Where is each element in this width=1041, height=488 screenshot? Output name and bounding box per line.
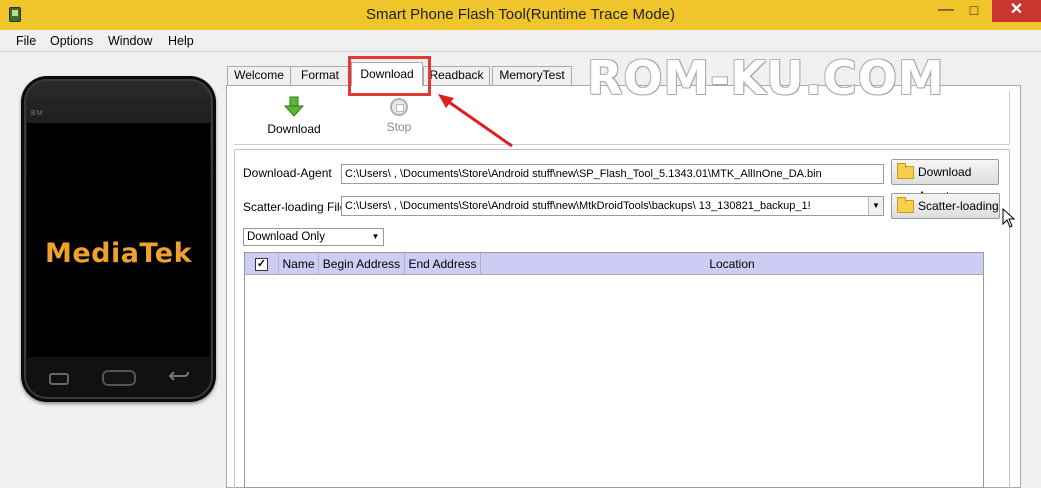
stop-label: Stop — [386, 120, 412, 134]
mouse-cursor-icon — [1002, 208, 1016, 228]
title-bar: Smart Phone Flash Tool(Runtime Trace Mod… — [0, 0, 1041, 30]
window-title: Smart Phone Flash Tool(Runtime Trace Mod… — [365, 6, 676, 23]
phone-back-key-icon — [168, 368, 190, 384]
download-agent-button[interactable]: Download Agent — [891, 159, 999, 203]
select-all-checkbox[interactable]: ✓ — [255, 258, 268, 271]
menu-bar: File Options Window Help — [0, 30, 1041, 52]
menu-window[interactable]: Window — [108, 34, 152, 48]
menu-options[interactable]: Options — [50, 34, 93, 48]
column-location[interactable]: Location — [481, 253, 983, 275]
folder-icon — [897, 163, 914, 179]
close-button[interactable]: ✕ — [992, 0, 1041, 22]
select-all-header[interactable]: ✓ — [245, 253, 279, 275]
tab-memorytest[interactable]: MemoryTest — [492, 66, 572, 85]
tab-format[interactable]: Format — [290, 66, 350, 85]
table-header: ✓ Name Begin Address End Address Locatio… — [245, 253, 983, 275]
download-agent-label: Download-Agent — [243, 166, 332, 180]
scatter-file-field[interactable]: C:\Users\ , \Documents\Store\Android stu… — [341, 196, 884, 216]
maximize-button[interactable]: □ — [960, 0, 988, 22]
folder-icon — [897, 197, 914, 213]
watermark: ROM-KU.COM — [587, 51, 945, 105]
download-agent-field[interactable]: C:\Users\ , \Documents\Store\Android stu… — [341, 164, 884, 184]
column-name[interactable]: Name — [279, 253, 319, 275]
phone-menu-key-icon — [49, 373, 69, 385]
menu-file[interactable]: File — [16, 34, 36, 48]
download-mode-select[interactable]: Download Only — [243, 228, 384, 246]
phone-image: BM MediaTek — [21, 76, 216, 402]
menu-help[interactable]: Help — [168, 34, 194, 48]
stop-button[interactable]: Stop — [369, 91, 429, 134]
column-begin-address[interactable]: Begin Address — [319, 253, 405, 275]
column-end-address[interactable]: End Address — [405, 253, 481, 275]
partition-table: ✓ Name Begin Address End Address Locatio… — [244, 252, 984, 488]
download-arrow-icon — [283, 96, 305, 118]
download-tab-highlight — [348, 56, 431, 96]
phone-brand: BM — [31, 110, 44, 117]
annotation-arrow-icon — [438, 94, 513, 148]
tab-welcome[interactable]: Welcome — [227, 66, 291, 85]
tab-readback[interactable]: Readback — [423, 66, 490, 85]
download-button[interactable]: Download — [264, 91, 324, 136]
scatter-loading-button-label: Scatter-loading — [918, 199, 999, 213]
scatter-loading-button[interactable]: Scatter-loading — [891, 193, 1000, 219]
phone-home-key-icon — [102, 370, 136, 386]
minimize-button[interactable]: — — [931, 0, 961, 22]
phone-screen-label: MediaTek — [44, 238, 193, 269]
download-label: Download — [267, 122, 321, 136]
scatter-loading-label: Scatter-loading File — [243, 200, 347, 214]
stop-icon — [390, 98, 408, 116]
